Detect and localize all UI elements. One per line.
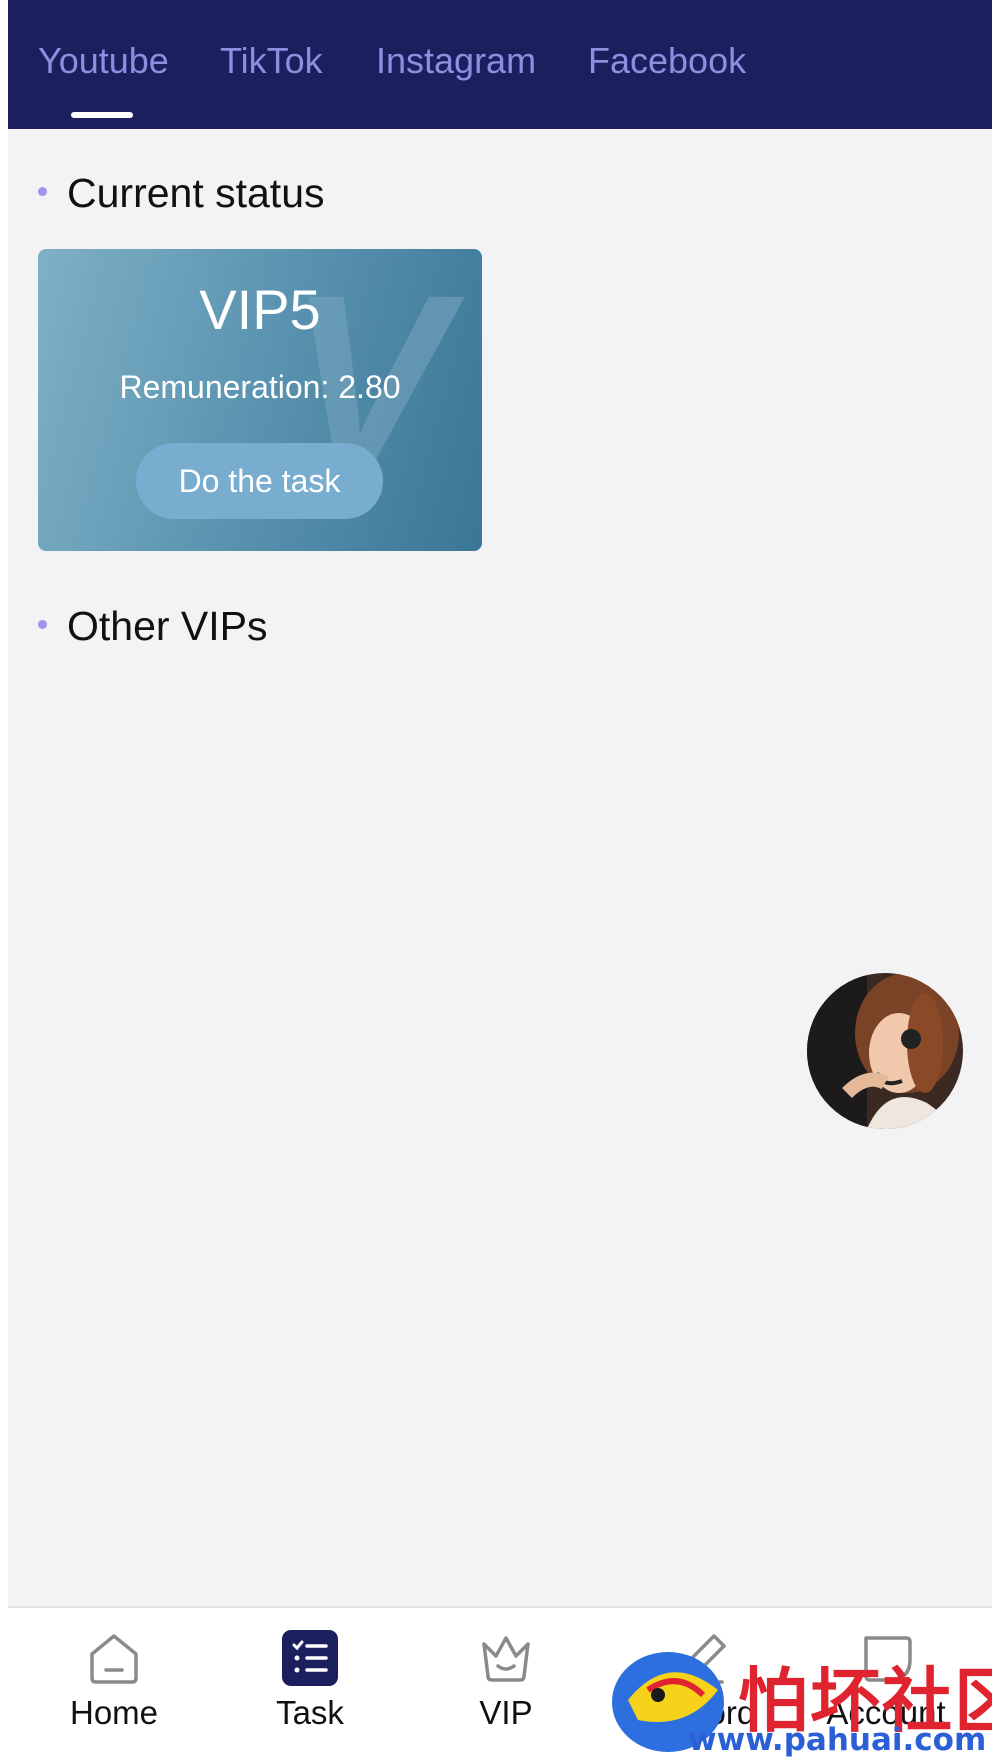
vip-status-card: V VIP5 Remuneration: 2.80 Do the task bbox=[38, 249, 482, 551]
bullet-dot bbox=[38, 186, 47, 196]
watermark-url: www.pahuai.com bbox=[688, 1722, 987, 1758]
current-status-heading: Current status bbox=[38, 170, 325, 217]
other-vips-heading: Other VIPs bbox=[38, 603, 268, 650]
tab-youtube[interactable]: Youtube bbox=[38, 40, 169, 82]
platform-tab-bar: Youtube TikTok Instagram Facebook bbox=[8, 0, 992, 129]
nav-item-home[interactable]: Home bbox=[16, 1608, 212, 1759]
customer-support-avatar[interactable] bbox=[807, 973, 963, 1129]
tab-instagram[interactable]: Instagram bbox=[376, 40, 536, 82]
nav-label-home: Home bbox=[69, 1694, 159, 1731]
other-vips-title: Other VIPs bbox=[67, 603, 268, 649]
tab-facebook[interactable]: Facebook bbox=[588, 40, 746, 82]
nav-item-task[interactable]: Task bbox=[212, 1608, 408, 1759]
crown-icon bbox=[482, 1636, 530, 1682]
task-list-icon bbox=[282, 1630, 338, 1686]
tab-tiktok[interactable]: TikTok bbox=[220, 40, 323, 82]
active-tab-indicator bbox=[71, 112, 133, 118]
current-status-title: Current status bbox=[67, 170, 325, 216]
bullet-dot bbox=[38, 619, 47, 629]
nav-item-vip[interactable]: VIP bbox=[408, 1608, 604, 1759]
do-task-button[interactable]: Do the task bbox=[136, 443, 383, 519]
app-frame: Youtube TikTok Instagram Facebook Curren… bbox=[8, 0, 992, 1759]
nav-label-task: Task bbox=[276, 1694, 344, 1731]
nav-label-vip: VIP bbox=[479, 1694, 533, 1731]
vip-level: VIP5 bbox=[199, 278, 321, 341]
home-icon bbox=[90, 1634, 138, 1684]
remuneration-text: Remuneration: 2.80 bbox=[119, 369, 401, 405]
support-agent-icon bbox=[807, 973, 963, 1129]
